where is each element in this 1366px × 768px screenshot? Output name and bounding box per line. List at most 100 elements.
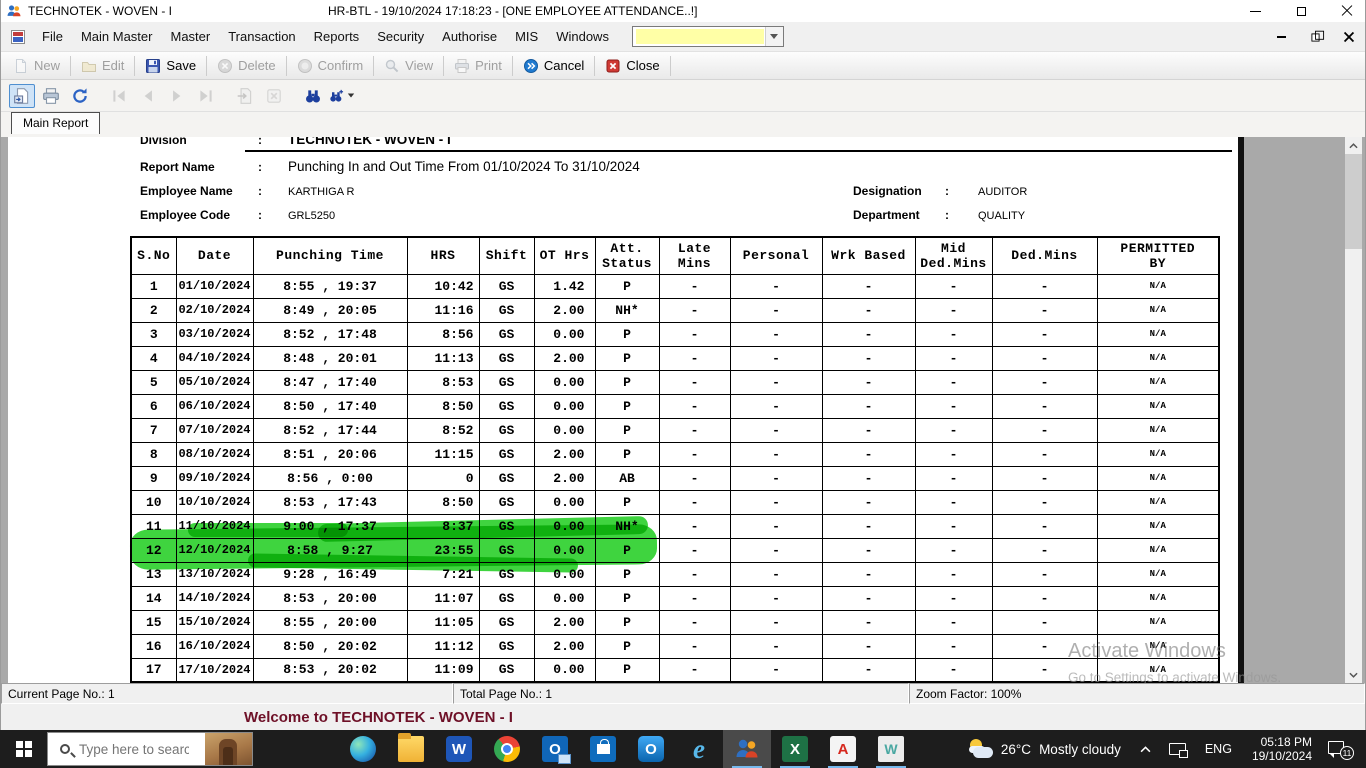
menu-reports[interactable]: Reports — [305, 25, 369, 48]
welcome-text: Welcome to TECHNOTEK - WOVEN - I — [244, 709, 513, 726]
search-text-icon[interactable] — [300, 84, 326, 108]
scrollbar-thumb[interactable] — [1345, 154, 1362, 249]
menu-authorise[interactable]: Authorise — [433, 25, 506, 48]
app-window: TECHNOTEK - WOVEN - I HR-BTL - 19/10/202… — [0, 0, 1366, 730]
toolbar-button-label: Close — [626, 58, 659, 73]
view-button[interactable]: View — [376, 55, 441, 77]
last-page-icon[interactable] — [193, 84, 219, 108]
table-row: 1717/10/20248:53 , 20:0211:09GS0.00P----… — [131, 658, 1219, 682]
stop-loading-icon[interactable] — [261, 84, 287, 108]
next-page-icon[interactable] — [164, 84, 190, 108]
network-icon[interactable] — [1169, 743, 1186, 755]
taskbar-app-hr-people-app[interactable] — [723, 730, 771, 768]
report-field-division: Division:TECHNOTEK - WOVEN - I — [140, 137, 451, 149]
menu-mis[interactable]: MIS — [506, 25, 547, 48]
combobox-value[interactable] — [636, 29, 764, 44]
taskbar-app-outlook[interactable]: O — [531, 730, 579, 768]
table-header-row: S.NoDatePunching TimeHRSShiftOT HrsAtt. … — [131, 237, 1219, 274]
table-row: 909/10/20248:56 , 0:000GS2.00AB-----N/A — [131, 466, 1219, 490]
menu-main-master[interactable]: Main Master — [72, 25, 162, 48]
search-input[interactable] — [79, 742, 189, 757]
taskbar-clock[interactable]: 05:18 PM 19/10/2024 — [1252, 735, 1312, 763]
taskbar-app-store[interactable] — [579, 730, 627, 768]
taskbar-app-acrobat[interactable]: A — [819, 730, 867, 768]
scroll-down-icon[interactable] — [1345, 666, 1362, 683]
search-daily-image[interactable] — [205, 733, 252, 765]
taskbar-app-woven-app[interactable]: W — [867, 730, 915, 768]
report-field-designation: Designation:AUDITOR — [853, 182, 1027, 200]
minimize-button[interactable] — [1247, 3, 1263, 19]
table-row: 1616/10/20248:50 , 20:0211:12GS2.00P----… — [131, 634, 1219, 658]
taskbar-app-excel[interactable]: X — [771, 730, 819, 768]
column-header: Punching Time — [253, 237, 407, 274]
current-page-status: Current Page No.: 1 — [1, 683, 453, 704]
child-window-icon — [11, 30, 25, 44]
vertical-scrollbar[interactable] — [1345, 137, 1362, 683]
toolbar-button-label: Print — [475, 58, 502, 73]
menu-security[interactable]: Security — [368, 25, 433, 48]
toolbar-button-label: Edit — [102, 58, 124, 73]
tray-expand-icon[interactable] — [1140, 746, 1151, 753]
zoom-icon[interactable] — [329, 84, 355, 108]
column-header: HRS — [407, 237, 479, 274]
print-button[interactable]: Print — [446, 55, 510, 77]
first-page-icon[interactable] — [106, 84, 132, 108]
restore-button[interactable] — [1293, 3, 1309, 19]
save-button[interactable]: Save — [137, 55, 204, 77]
window-title: TECHNOTEK - WOVEN - I — [28, 4, 172, 18]
taskbar-app-chrome[interactable] — [483, 730, 531, 768]
taskbar-weather[interactable]: 26°C Mostly cloudy — [957, 738, 1131, 760]
edit-button[interactable]: Edit — [73, 55, 132, 77]
previous-page-icon[interactable] — [135, 84, 161, 108]
tab-main-report[interactable]: Main Report — [11, 112, 100, 134]
report-field-employee-code: Employee Code:GRL5250 — [140, 206, 335, 224]
taskbar-app-internet-explorer[interactable]: e — [675, 730, 723, 768]
goto-page-icon[interactable] — [232, 84, 258, 108]
taskbar-search[interactable] — [47, 732, 253, 766]
printer-icon — [454, 58, 470, 74]
child-minimize-button[interactable] — [1273, 29, 1289, 45]
table-row: 808/10/20248:51 , 20:0611:15GS2.00P-----… — [131, 442, 1219, 466]
confirm-button[interactable]: Confirm — [289, 55, 372, 77]
column-header: S.No — [131, 237, 176, 274]
column-header: Att. Status — [595, 237, 659, 274]
main-toolbar: New Edit SaveDeleteConfirmView Print Cancel C… — [1, 52, 1365, 80]
taskbar: WOOeXAW 26°C Mostly cloudy ENG 05:18 PM … — [0, 730, 1366, 768]
menu-transaction[interactable]: Transaction — [219, 25, 304, 48]
column-header: Mid Ded.Mins — [915, 237, 992, 274]
language-indicator[interactable]: ENG — [1205, 742, 1232, 756]
taskbar-app-word[interactable]: W — [435, 730, 483, 768]
action-center-icon[interactable]: 11 — [1328, 739, 1352, 759]
taskbar-apps: WOOeXAW — [339, 730, 915, 768]
menu-items: FileMain MasterMasterTransactionReportsS… — [33, 25, 618, 48]
export-icon[interactable] — [9, 84, 35, 108]
report-selector-combobox[interactable] — [632, 26, 784, 47]
child-close-button[interactable] — [1341, 29, 1357, 45]
menu-file[interactable]: File — [33, 25, 72, 48]
column-header: Late Mins — [659, 237, 730, 274]
close-button[interactable]: Close — [597, 55, 667, 77]
child-restore-button[interactable] — [1307, 29, 1323, 45]
taskbar-app-outlook-new[interactable]: O — [627, 730, 675, 768]
weather-description: Mostly cloudy — [1039, 742, 1121, 757]
new-button[interactable]: New — [5, 55, 68, 77]
report-page: Division:TECHNOTEK - WOVEN - IReport Nam… — [8, 137, 1238, 683]
refresh-icon[interactable] — [67, 84, 93, 108]
menu-windows[interactable]: Windows — [547, 25, 618, 48]
column-header: Wrk Based — [822, 237, 915, 274]
menu-master[interactable]: Master — [161, 25, 219, 48]
taskbar-app-file-explorer[interactable] — [387, 730, 435, 768]
system-tray: 26°C Mostly cloudy ENG 05:18 PM 19/10/20… — [957, 730, 1366, 768]
delete-button[interactable]: Delete — [209, 55, 284, 77]
scroll-up-icon[interactable] — [1345, 137, 1362, 154]
close-button[interactable] — [1339, 3, 1355, 19]
cancel-button[interactable]: Cancel — [515, 55, 592, 77]
chevron-down-icon — [770, 34, 778, 39]
combobox-dropdown-button[interactable] — [765, 27, 783, 46]
start-button[interactable] — [0, 730, 47, 768]
column-header: Date — [176, 237, 253, 274]
taskbar-app-edge[interactable] — [339, 730, 387, 768]
notification-badge: 11 — [1340, 746, 1354, 760]
print-report-icon[interactable] — [38, 84, 64, 108]
table-row: 303/10/20248:52 , 17:488:56GS0.00P-----N… — [131, 322, 1219, 346]
